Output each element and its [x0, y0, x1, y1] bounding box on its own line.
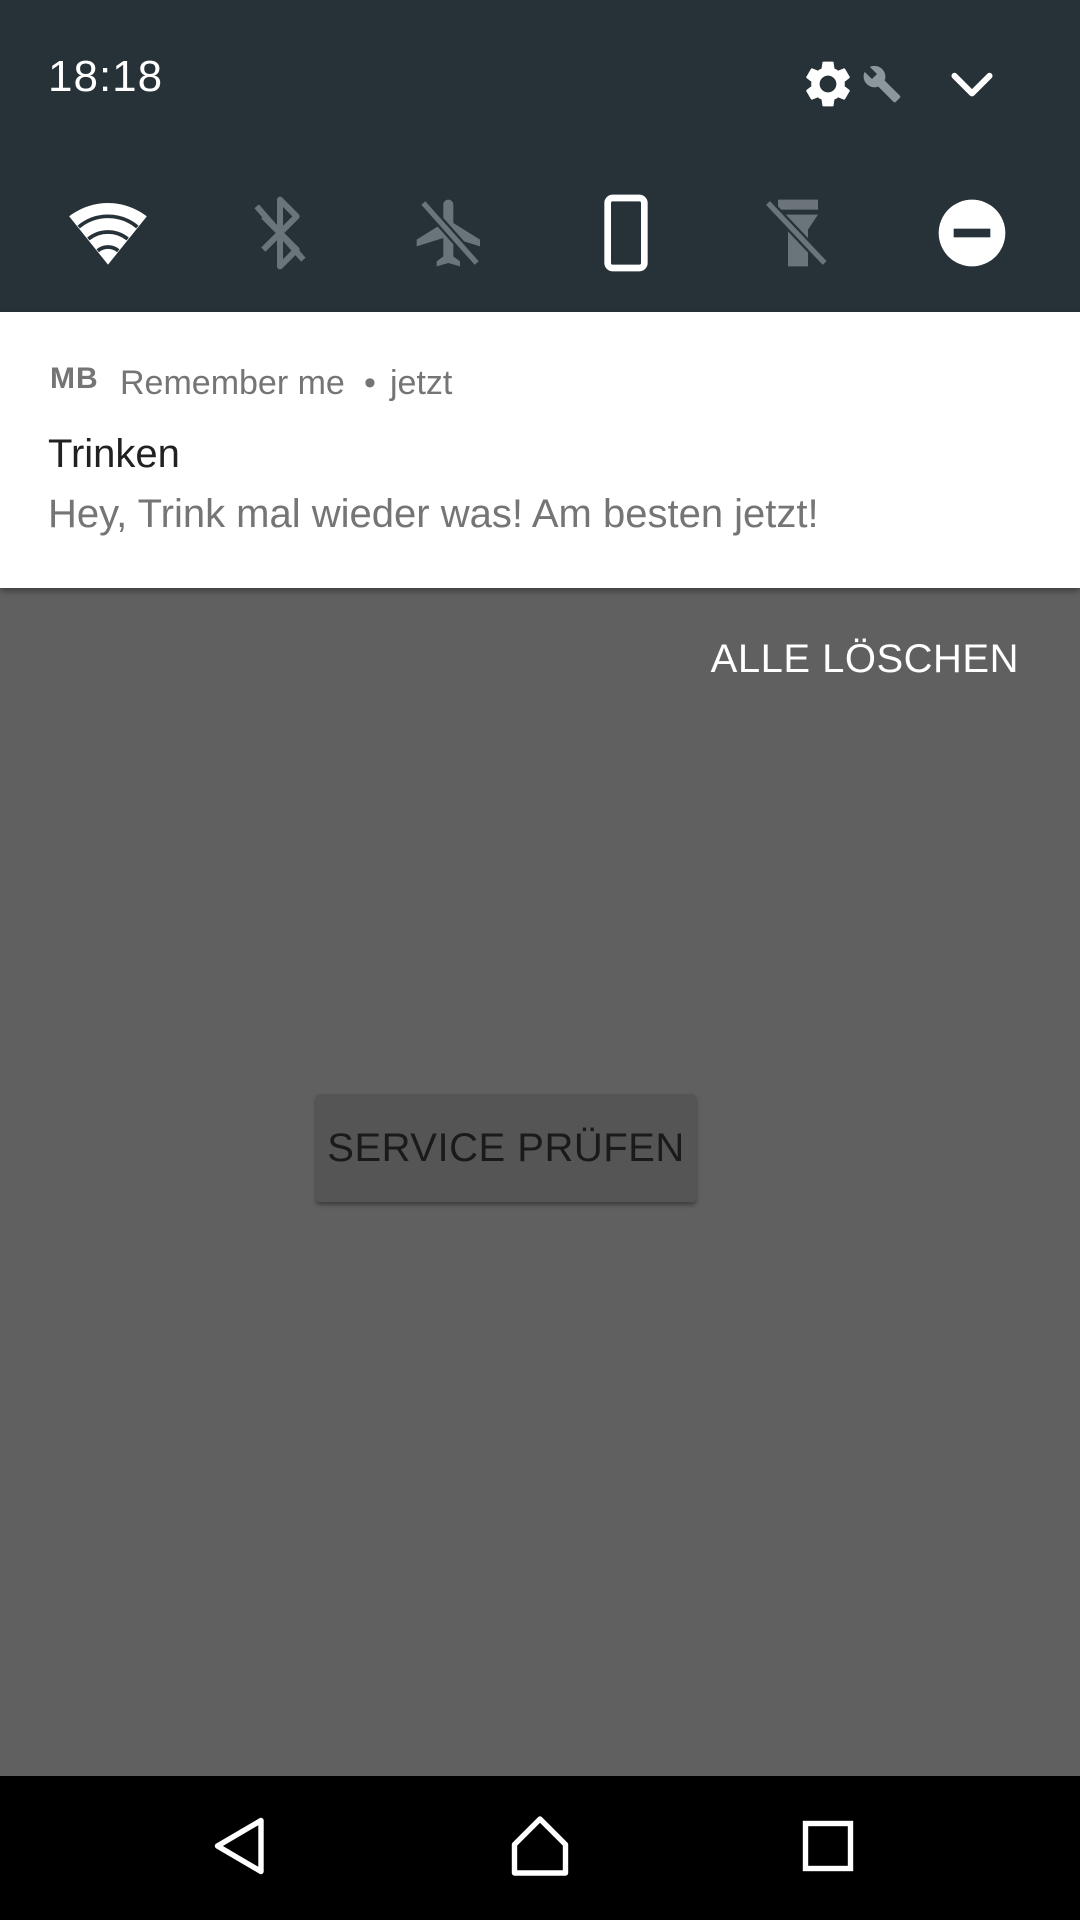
bluetooth-off-icon: [240, 193, 320, 278]
notification-card[interactable]: MB Remember me • jetzt Trinken Hey, Trin…: [0, 312, 1080, 588]
notification-app-name: Remember me: [120, 364, 345, 402]
notification-text: Hey, Trink mal wieder was! Am besten jet…: [48, 492, 819, 536]
home-button[interactable]: [490, 1798, 590, 1898]
screen-rotation-icon: [586, 193, 666, 278]
notification-separator: •: [364, 364, 376, 402]
do-not-disturb-icon: [932, 193, 1012, 278]
flashlight-tile[interactable]: [758, 195, 838, 275]
service-check-button[interactable]: SERVICE PRÜFEN: [316, 1094, 696, 1202]
notification-title: Trinken: [48, 432, 180, 476]
screen: 18:18 MB Remember me • jetzt Trinken Hey…: [0, 0, 1080, 1920]
chevron-down-icon[interactable]: [944, 56, 1000, 112]
wifi-tile[interactable]: [68, 195, 148, 275]
quick-settings-panel: 18:18: [0, 0, 1080, 312]
settings-icon[interactable]: [800, 56, 856, 112]
back-icon: [204, 1810, 276, 1887]
recents-button[interactable]: [778, 1798, 878, 1898]
airplane-mode-off-icon: [410, 193, 490, 278]
dnd-tile[interactable]: [932, 195, 1012, 275]
app-icon: MB: [50, 362, 99, 395]
flashlight-off-icon: [758, 193, 838, 278]
airplane-tile[interactable]: [410, 195, 490, 275]
home-icon: [504, 1810, 576, 1887]
wifi-icon: [68, 193, 148, 278]
wrench-icon: [862, 64, 902, 104]
bluetooth-tile[interactable]: [240, 195, 320, 275]
notification-time: jetzt: [390, 364, 453, 402]
navigation-bar: [0, 1776, 1080, 1920]
rotation-tile[interactable]: [586, 193, 666, 278]
recents-icon: [792, 1810, 864, 1887]
back-button[interactable]: [190, 1798, 290, 1898]
clear-all-button[interactable]: ALLE LÖSCHEN: [711, 637, 1019, 682]
clock: 18:18: [48, 52, 164, 101]
